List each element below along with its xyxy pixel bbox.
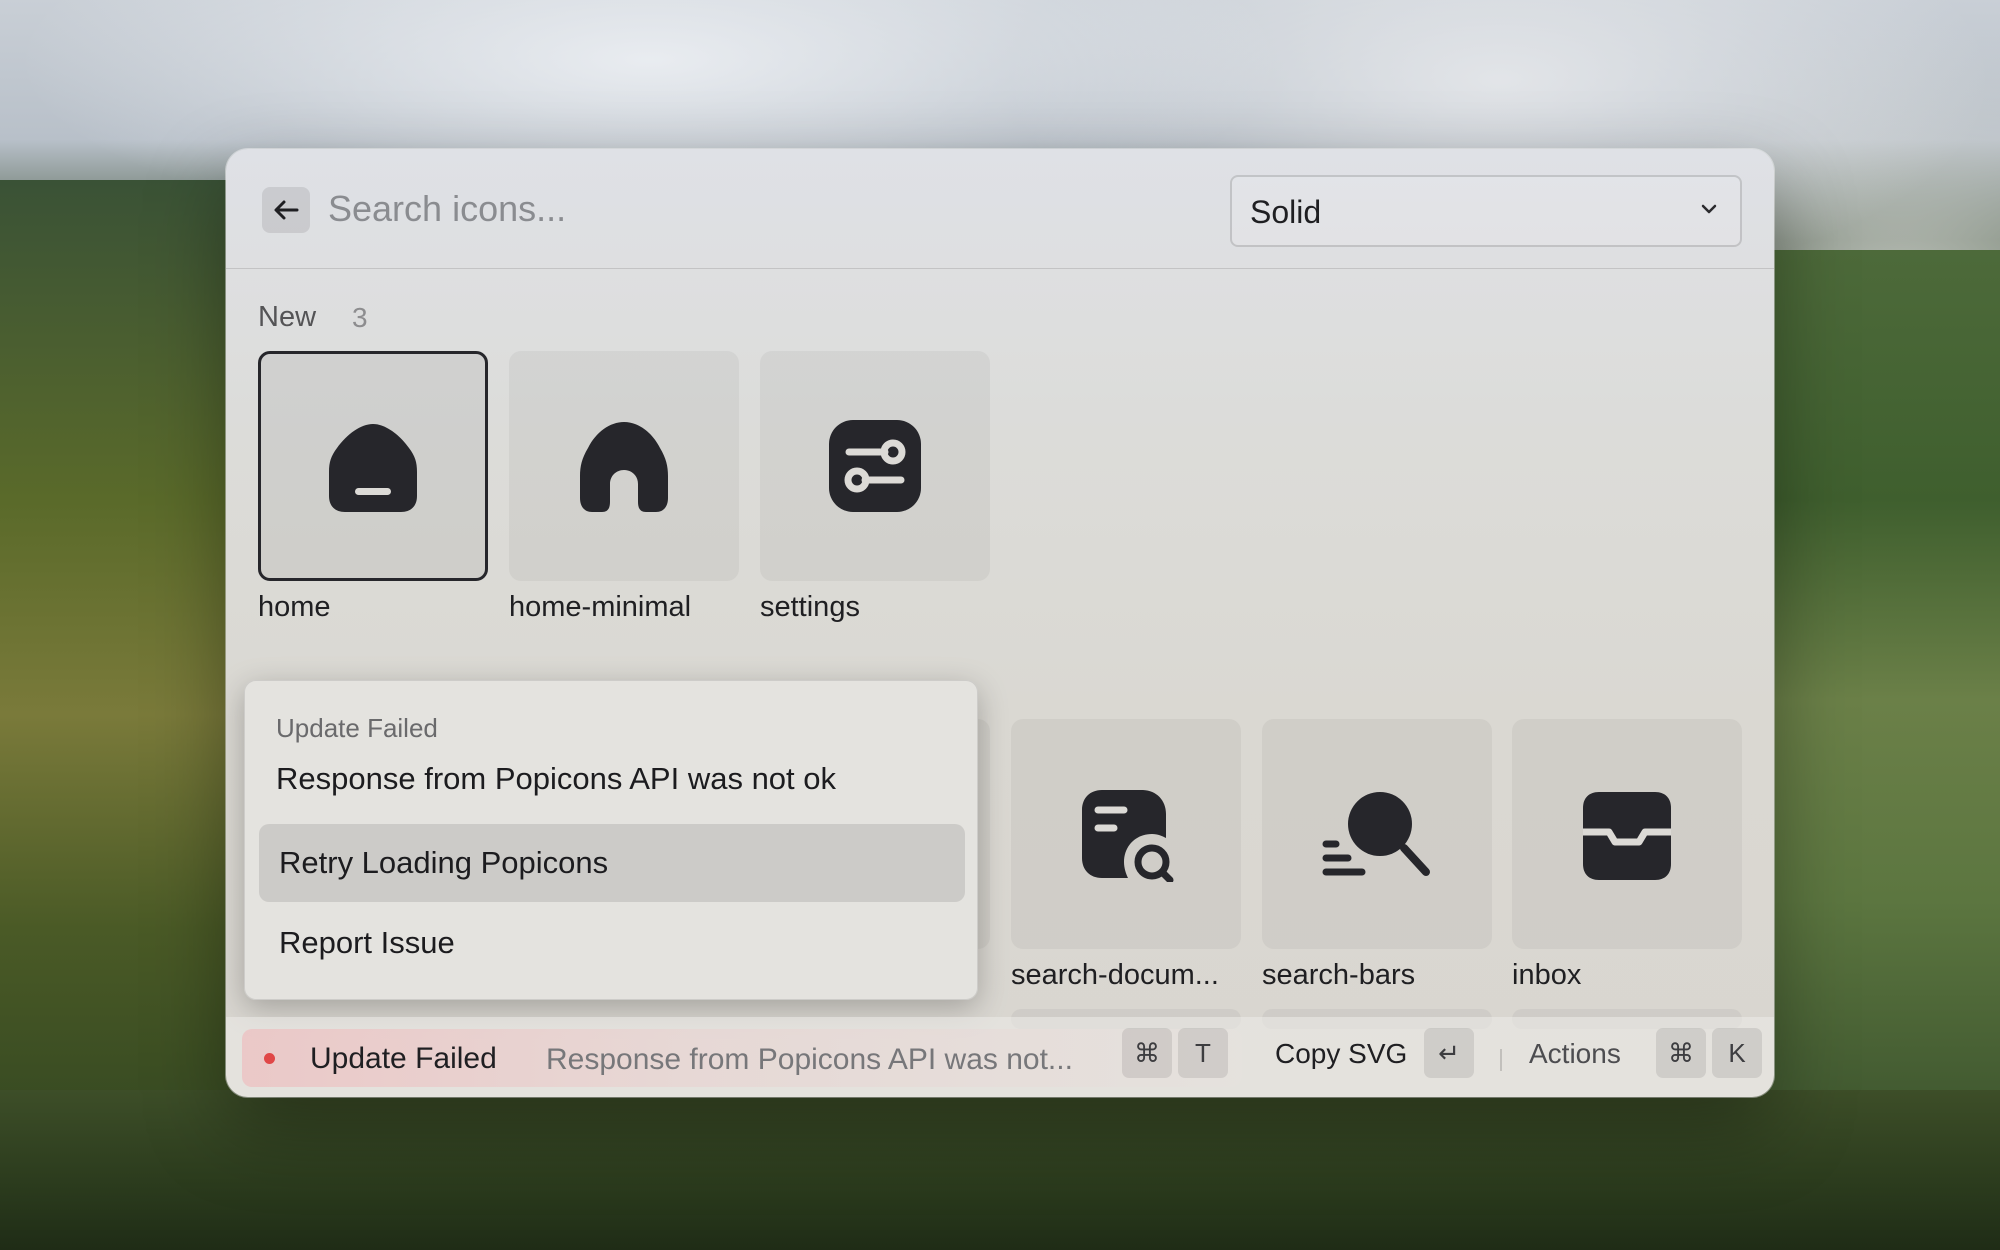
style-dropdown[interactable]: Solid: [1230, 175, 1742, 247]
kbd-k-actions: K: [1712, 1028, 1762, 1078]
icon-label-inbox: inbox: [1512, 959, 1582, 991]
status-divider: [1500, 1049, 1502, 1071]
icon-tile-inbox[interactable]: [1512, 719, 1742, 949]
search-bar: Solid: [226, 149, 1774, 269]
icon-tile-home-minimal[interactable]: [509, 351, 739, 581]
toast-title: Update Failed: [310, 1042, 497, 1075]
popicons-window: Solid New 3 home home-minimal settings: [226, 149, 1774, 1097]
icon-tile-settings[interactable]: [760, 351, 990, 581]
icon-tile-home[interactable]: [258, 351, 488, 581]
search-bars-icon: [1322, 792, 1430, 876]
search-input[interactable]: [328, 179, 1128, 239]
retry-loading-button[interactable]: Retry Loading Popicons: [259, 824, 965, 902]
icon-label-search-bars: search-bars: [1262, 959, 1416, 991]
popup-title: Update Failed: [276, 713, 438, 743]
search-document-icon: [1082, 790, 1174, 882]
status-bar: Update Failed Response from Popicons API…: [226, 1017, 1774, 1097]
report-issue-button[interactable]: Report Issue: [259, 904, 965, 982]
popup-message: Response from Popicons API was not ok: [276, 761, 837, 796]
chevron-down-icon: [1701, 204, 1717, 214]
back-button[interactable]: [262, 187, 310, 233]
inbox-icon: [1583, 792, 1671, 880]
toast-status[interactable]: Update Failed Response from Popicons API…: [242, 1029, 1242, 1087]
kbd-cmd-toast: ⌘: [1122, 1028, 1172, 1078]
icon-label-settings: settings: [760, 591, 860, 623]
icon-label-home-minimal: home-minimal: [509, 591, 692, 623]
actions-button[interactable]: Actions: [1529, 1038, 1621, 1070]
kbd-t-toast: T: [1178, 1028, 1228, 1078]
section-count-new: 3: [352, 302, 368, 333]
toast-actions-popup: Update Failed Response from Popicons API…: [244, 680, 978, 1000]
report-issue-label: Report Issue: [279, 925, 455, 960]
style-dropdown-value: Solid: [1250, 194, 1322, 230]
home-minimal-icon: [580, 422, 668, 512]
icon-label-search-document: search-docum...: [1011, 959, 1219, 991]
icon-tile-search-bars[interactable]: [1262, 719, 1492, 949]
icon-tile-search-document[interactable]: [1011, 719, 1241, 949]
kbd-cmd-actions: ⌘: [1656, 1028, 1706, 1078]
home-icon: [329, 424, 417, 512]
kbd-enter: ↵: [1424, 1028, 1474, 1078]
copy-svg-button[interactable]: Copy SVG: [1275, 1038, 1407, 1070]
icon-label-home: home: [258, 591, 331, 623]
toast-message: Response from Popicons API was not...: [546, 1043, 1073, 1076]
section-title-new: New: [258, 301, 317, 333]
retry-loading-label: Retry Loading Popicons: [279, 845, 609, 880]
wallpaper-bottom: [0, 1090, 2000, 1250]
error-dot-icon: [264, 1053, 275, 1064]
settings-icon: [829, 420, 921, 512]
arrow-left-icon: [274, 200, 299, 220]
